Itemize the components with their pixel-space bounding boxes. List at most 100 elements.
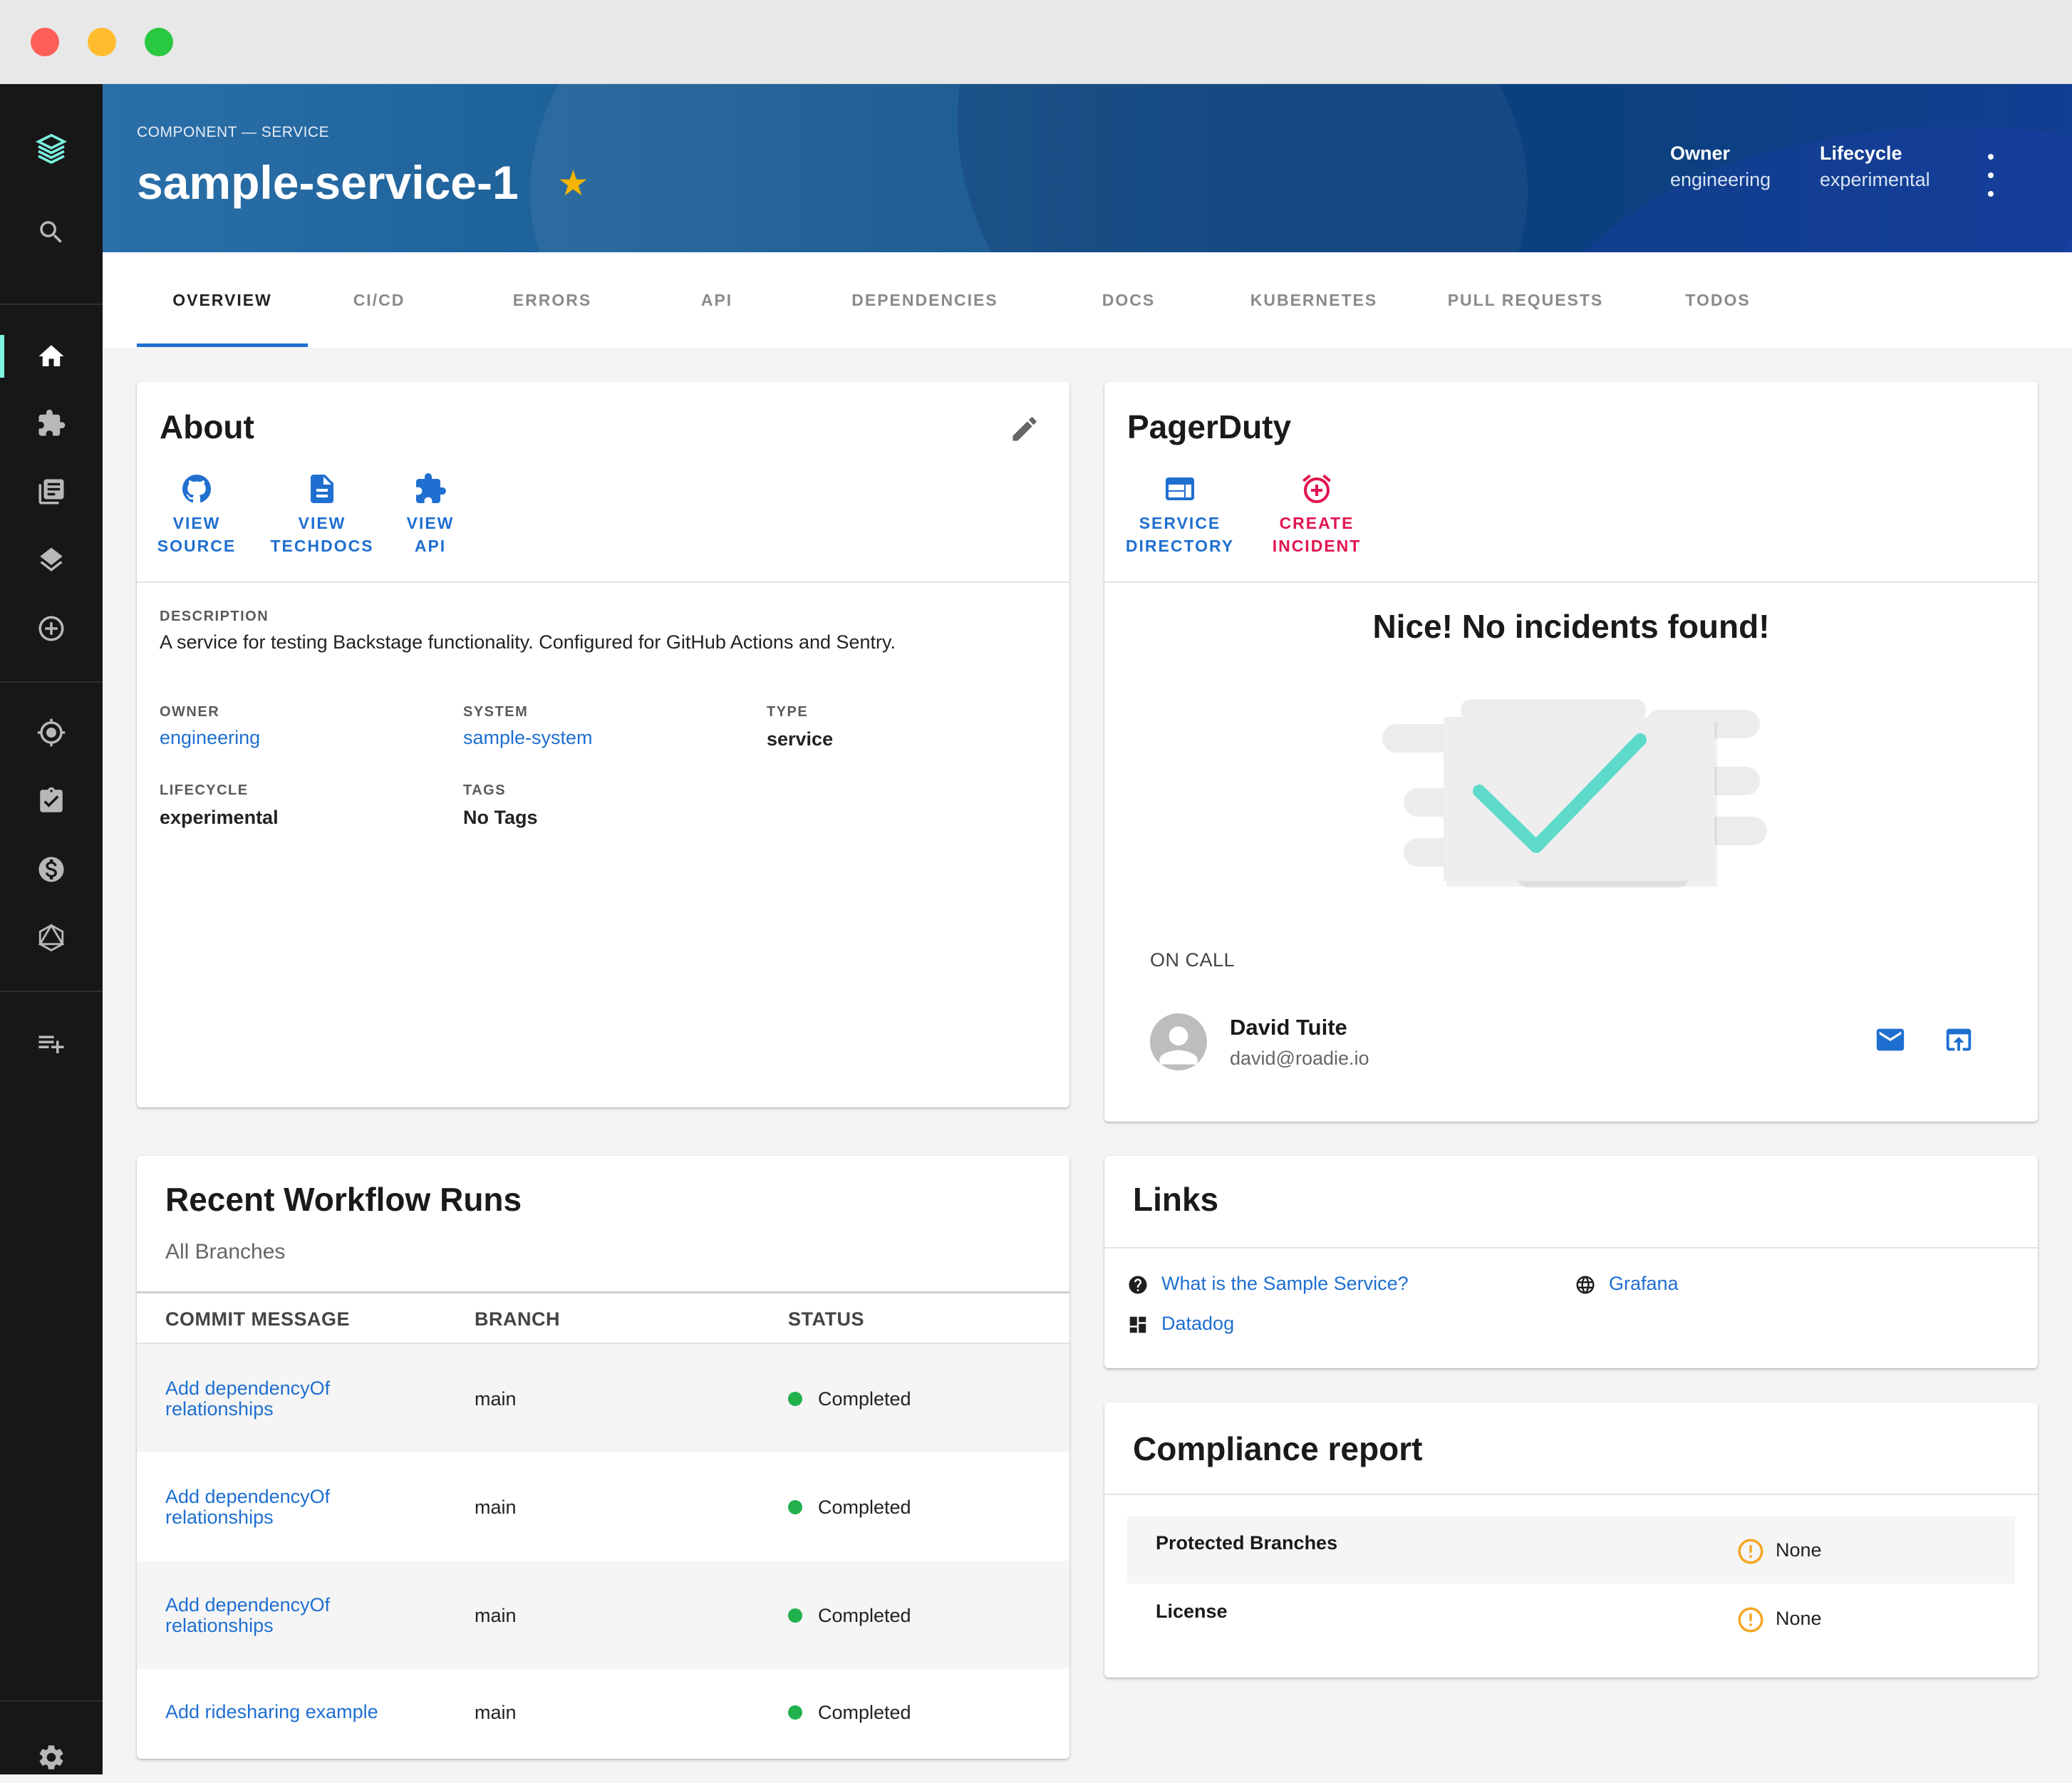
search-icon[interactable] <box>0 207 103 258</box>
about-divider <box>137 582 1069 583</box>
home-icon[interactable] <box>0 331 103 382</box>
compliance-card: Compliance report Protected Branches Non… <box>1104 1402 2038 1678</box>
tab-todos[interactable]: TODOS <box>1679 291 1757 310</box>
run-status: Completed <box>788 1702 911 1724</box>
branch-name: main <box>475 1388 517 1410</box>
alarm-add-icon <box>1302 474 1331 503</box>
create-incident-line1: CREATE <box>1279 514 1354 532</box>
warning-circle-icon <box>1738 1607 1763 1633</box>
tab-docs[interactable]: DOCS <box>1093 291 1164 310</box>
playlist-add-icon[interactable] <box>0 1018 103 1069</box>
breadcrumb: COMPONENT — SERVICE <box>137 124 330 140</box>
lifecycle-field-label: LIFECYCLE <box>160 782 249 798</box>
backstage-logo-icon[interactable] <box>0 124 103 175</box>
assignment-check-icon[interactable] <box>0 775 103 827</box>
globe-icon <box>1576 1276 1595 1294</box>
view-techdocs-button[interactable]: VIEW TECHDOCS <box>268 472 376 557</box>
no-incidents-message: Nice! No incidents found! <box>1372 608 1770 645</box>
dashboard-icon <box>1129 1316 1146 1333</box>
help-icon <box>1129 1276 1147 1294</box>
commit-message-link[interactable]: Add dependencyOf relationships <box>165 1378 379 1420</box>
compliance-title: Compliance report <box>1133 1430 1423 1467</box>
on-call-email: david@roadie.io <box>1230 1048 1369 1069</box>
tab-dependencies[interactable]: DEPENDENCIES <box>846 291 1003 310</box>
open-in-browser-icon[interactable] <box>1942 1023 1975 1056</box>
tab-kubernetes[interactable]: KUBERNETES <box>1243 291 1385 310</box>
commit-message-link[interactable]: Add ridesharing example <box>165 1702 450 1722</box>
create-incident-line2: INCIDENT <box>1272 537 1362 555</box>
view-api-button[interactable]: VIEW API <box>402 472 459 557</box>
table-row: Add dependencyOf relationships main Comp… <box>137 1452 1069 1561</box>
tab-api[interactable]: API <box>688 291 745 310</box>
on-call-label: ON CALL <box>1150 949 1236 971</box>
branch-name: main <box>475 1497 517 1518</box>
column-header-commit-message[interactable]: COMMIT MESSAGE <box>165 1308 350 1330</box>
owner-link[interactable]: engineering <box>160 727 260 749</box>
create-incident-button[interactable]: CREATE INCIDENT <box>1268 472 1365 557</box>
run-status-text: Completed <box>818 1605 911 1626</box>
table-row: Add dependencyOf relationships main Comp… <box>137 1561 1069 1669</box>
run-status-text: Completed <box>818 1497 911 1518</box>
docs-library-icon[interactable] <box>0 466 103 517</box>
link-datadog[interactable]: Datadog <box>1161 1313 1234 1335</box>
view-source-button[interactable]: VIEW SOURCE <box>157 472 237 557</box>
workflow-runs-card: Recent Workflow Runs All Branches COMMIT… <box>137 1156 1069 1759</box>
compliance-row-label: License <box>1156 1601 1228 1622</box>
entity-header: COMPONENT — SERVICE sample-service-1 ★ O… <box>103 84 2072 252</box>
table-row: Add ridesharing example main Completed <box>137 1669 1069 1759</box>
graphql-icon[interactable] <box>0 912 103 963</box>
link-grafana[interactable]: Grafana <box>1609 1273 1679 1295</box>
links-divider <box>1104 1247 2038 1249</box>
layers-icon[interactable] <box>0 534 103 586</box>
owner-label: Owner <box>1670 143 1731 164</box>
page-title: sample-service-1 <box>137 156 519 209</box>
sidebar-divider <box>0 681 103 683</box>
favorite-star-icon[interactable]: ★ <box>557 162 589 204</box>
owner-field-label: OWNER <box>160 704 220 720</box>
links-title: Links <box>1133 1181 1219 1218</box>
cost-dollar-icon[interactable] <box>0 844 103 895</box>
about-title: About <box>160 408 254 445</box>
edit-pencil-icon[interactable] <box>1009 413 1040 445</box>
pagerduty-card: PagerDuty SERVICE DIRECTORY CREATE INCID… <box>1104 382 2038 1122</box>
about-card: About VIEW SOURCE VIEW TECHDOCS VIEW API… <box>137 382 1069 1107</box>
column-header-branch[interactable]: BRANCH <box>475 1308 560 1330</box>
pagerduty-title: PagerDuty <box>1127 408 1292 445</box>
tab-errors[interactable]: ERRORS <box>506 291 599 310</box>
email-icon[interactable] <box>1874 1023 1907 1056</box>
status-success-dot <box>788 1392 802 1406</box>
service-directory-line2: DIRECTORY <box>1125 537 1235 555</box>
create-icon[interactable] <box>0 603 103 654</box>
status-success-dot <box>788 1500 802 1514</box>
service-directory-button[interactable]: SERVICE DIRECTORY <box>1124 472 1236 557</box>
github-icon <box>182 475 211 503</box>
minimize-window-button[interactable] <box>88 28 116 56</box>
lifecycle-label: Lifecycle <box>1820 143 1902 164</box>
avatar <box>1150 1013 1207 1070</box>
more-options-icon[interactable] <box>1984 154 1998 197</box>
tab-overview[interactable]: OVERVIEW <box>172 291 272 310</box>
run-status: Completed <box>788 1605 911 1627</box>
service-directory-line1: SERVICE <box>1139 514 1221 532</box>
maximize-window-button[interactable] <box>145 28 173 56</box>
sidebar-divider <box>0 991 103 992</box>
tab-ci-cd[interactable]: CI/CD <box>336 291 422 310</box>
view-source-line2: SOURCE <box>157 537 237 555</box>
branch-name: main <box>475 1702 517 1723</box>
commit-message-link[interactable]: Add dependencyOf relationships <box>165 1595 379 1636</box>
window-titlebar <box>0 0 2072 84</box>
link-sample-service[interactable]: What is the Sample Service? <box>1161 1273 1409 1295</box>
tags-field-value: No Tags <box>463 807 538 828</box>
settings-gear-icon[interactable] <box>0 1732 103 1783</box>
commit-message-link[interactable]: Add dependencyOf relationships <box>165 1487 379 1528</box>
status-success-dot <box>788 1608 802 1623</box>
header-owner: Owner engineering <box>1670 143 1771 191</box>
close-window-button[interactable] <box>31 28 59 56</box>
system-link[interactable]: sample-system <box>463 727 593 749</box>
tab-pull-requests[interactable]: PULL REQUESTS <box>1436 291 1615 310</box>
extension-icon[interactable] <box>0 398 103 449</box>
gps-target-icon[interactable] <box>0 707 103 758</box>
column-header-status[interactable]: STATUS <box>788 1308 864 1330</box>
lifecycle-field-value: experimental <box>160 807 279 828</box>
run-status: Completed <box>788 1497 911 1519</box>
